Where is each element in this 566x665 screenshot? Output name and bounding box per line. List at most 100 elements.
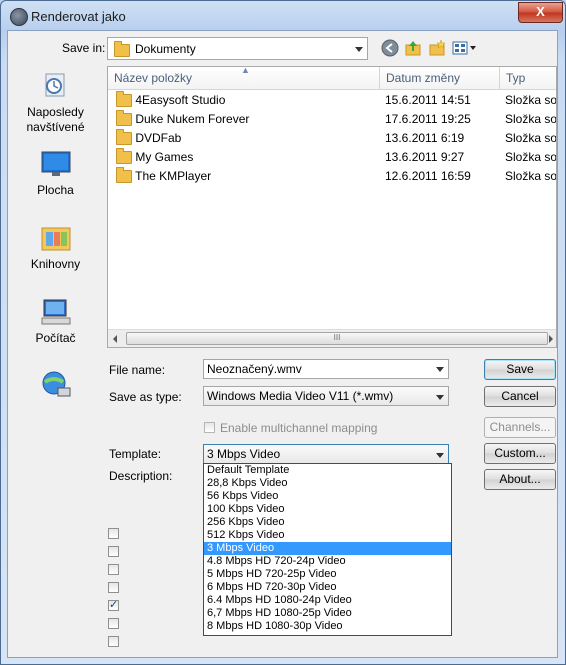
chevron-down-icon: [355, 46, 363, 52]
folder-icon: [116, 110, 132, 127]
template-option[interactable]: 6.4 Mbps HD 1080-24p Video: [204, 594, 451, 607]
file-type: Složka souborů: [505, 131, 557, 145]
option-checkbox[interactable]: [108, 582, 119, 593]
recent-places-icon: [45, 73, 64, 97]
about-button[interactable]: About...: [484, 469, 556, 490]
title-bar: Renderovat jako X: [1, 1, 566, 31]
network-icon: [42, 371, 70, 397]
file-date: 13.6.2011 6:19: [385, 131, 465, 145]
multichannel-label: Enable multichannel mapping: [220, 421, 378, 435]
option-checkbox[interactable]: [108, 528, 119, 539]
place-desktop[interactable]: Plocha: [8, 150, 103, 198]
scroll-thumb[interactable]: III: [126, 332, 548, 345]
column-header-name[interactable]: Název položky ▲: [108, 67, 380, 90]
file-type: Složka souborů: [505, 150, 557, 164]
folder-icon: [116, 129, 132, 146]
file-type: Složka souborů: [505, 169, 557, 183]
chevron-down-icon: [436, 395, 444, 400]
folder-icon: [116, 91, 132, 108]
file-row[interactable]: The KMPlayer 12.6.2011 16:59 Složka soubor…: [108, 167, 557, 186]
file-name: DVDFab: [135, 131, 182, 145]
file-row[interactable]: 4Easysoft Studio 15.6.2011 14:51 Složka so…: [108, 91, 557, 110]
file-date: 17.6.2011 19:25: [385, 112, 471, 126]
new-folder-icon[interactable]: [428, 39, 446, 57]
template-option[interactable]: 6,7 Mbps HD 1080-25p Video: [204, 607, 451, 620]
horizontal-scrollbar[interactable]: III: [108, 329, 556, 347]
custom-button[interactable]: Custom...: [484, 443, 556, 464]
template-option[interactable]: 3 Mbps Video: [204, 542, 451, 555]
column-header-type[interactable]: Typ: [500, 67, 556, 90]
option-checkbox[interactable]: [108, 598, 119, 611]
template-option[interactable]: Default Template: [204, 464, 451, 477]
file-row[interactable]: My Games 13.6.2011 9:27 Složka souborů: [108, 148, 557, 167]
place-recent[interactable]: Naposledy navštívené: [8, 72, 103, 135]
scroll-right-icon[interactable]: [549, 335, 553, 343]
template-option[interactable]: 512 Kbps Video: [204, 529, 451, 542]
option-checkbox[interactable]: [108, 546, 119, 557]
save-as-type-label: Save as type:: [109, 390, 182, 404]
template-option[interactable]: 56 Kbps Video: [204, 490, 451, 503]
template-label: Template:: [109, 447, 162, 461]
save-in-location: Dokumenty: [135, 42, 196, 56]
file-type: Složka souborů: [505, 93, 557, 107]
place-network[interactable]: [8, 370, 103, 403]
file-name: 4Easysoft Studio: [135, 93, 226, 107]
scroll-left-icon[interactable]: [113, 335, 117, 343]
channels-button[interactable]: Channels...: [484, 417, 556, 438]
multichannel-checkbox[interactable]: [204, 422, 215, 433]
chevron-down-icon: [436, 453, 444, 458]
template-dropdown-list[interactable]: Default Template 28,8 Kbps Video 56 Kbps V…: [203, 463, 452, 636]
template-option[interactable]: 8 Mbps HD 1080-30p Video: [204, 620, 451, 633]
file-type: Složka souborů: [505, 112, 557, 126]
place-label-recent: Naposledy navštívené: [26, 105, 85, 134]
template-option[interactable]: 28,8 Kbps Video: [204, 477, 451, 490]
places-bar: Naposledy navštívené Plocha Knihovny Poč…: [8, 64, 103, 650]
place-label-computer: Počítač: [35, 331, 76, 345]
save-in-combo[interactable]: Dokumenty: [107, 37, 368, 60]
file-name-label: File name:: [109, 363, 166, 377]
folder-icon: [116, 148, 132, 165]
save-in-label: Save in:: [62, 41, 106, 55]
place-label-desktop: Plocha: [37, 183, 74, 197]
place-label-libraries: Knihovny: [30, 257, 81, 271]
file-name-field[interactable]: Neoznačený.wmv: [203, 359, 449, 379]
template-option[interactable]: 6 Mbps HD 720-30p Video: [204, 581, 451, 594]
template-option[interactable]: 4.8 Mbps HD 720-24p Video: [204, 555, 451, 568]
column-header-date[interactable]: Datum změny: [380, 67, 500, 90]
file-row[interactable]: DVDFab 13.6.2011 6:19 Složka souborů: [108, 129, 557, 148]
file-date: 15.6.2011 14:51: [385, 93, 471, 107]
place-computer[interactable]: Počítač: [8, 298, 103, 346]
option-checkbox[interactable]: [108, 618, 119, 629]
place-libraries[interactable]: Knihovny: [8, 224, 103, 272]
app-icon: [10, 8, 28, 26]
save-as-type-select[interactable]: Windows Media Video V11 (*.wmv): [203, 386, 449, 406]
file-name: Duke Nukem Forever: [135, 112, 250, 126]
file-list[interactable]: Název položky ▲ Datum změny Typ 4Easysof…: [107, 66, 557, 348]
window-title: Renderovat jako: [31, 9, 126, 24]
template-select[interactable]: 3 Mbps Video: [203, 444, 449, 464]
chevron-down-icon: [436, 367, 444, 372]
libraries-icon: [41, 227, 70, 251]
desktop-icon: [41, 151, 70, 176]
option-checkbox[interactable]: [108, 564, 119, 575]
computer-icon: [41, 299, 70, 325]
cancel-button[interactable]: Cancel: [484, 386, 556, 407]
option-checkbox[interactable]: [108, 636, 119, 647]
template-option[interactable]: 256 Kbps Video: [204, 516, 451, 529]
back-icon[interactable]: [381, 39, 399, 57]
save-button[interactable]: Save: [484, 359, 556, 380]
description-label: Description:: [109, 469, 173, 483]
file-date: 12.6.2011 16:59: [385, 169, 471, 183]
folder-icon: [114, 41, 130, 58]
template-option[interactable]: 5 Mbps HD 720-25p Video: [204, 568, 451, 581]
folder-icon: [116, 167, 132, 184]
close-button[interactable]: X: [518, 2, 563, 23]
template-option[interactable]: 100 Kbps Video: [204, 503, 451, 516]
sort-up-icon: ▲: [241, 66, 250, 75]
views-menu-icon[interactable]: [452, 39, 478, 57]
file-date: 13.6.2011 9:27: [385, 150, 465, 164]
file-name: The KMPlayer: [135, 169, 212, 183]
up-folder-icon[interactable]: [404, 39, 422, 57]
file-row[interactable]: Duke Nukem Forever 17.6.2011 19:25 Složka …: [108, 110, 557, 129]
file-name: My Games: [135, 150, 194, 164]
